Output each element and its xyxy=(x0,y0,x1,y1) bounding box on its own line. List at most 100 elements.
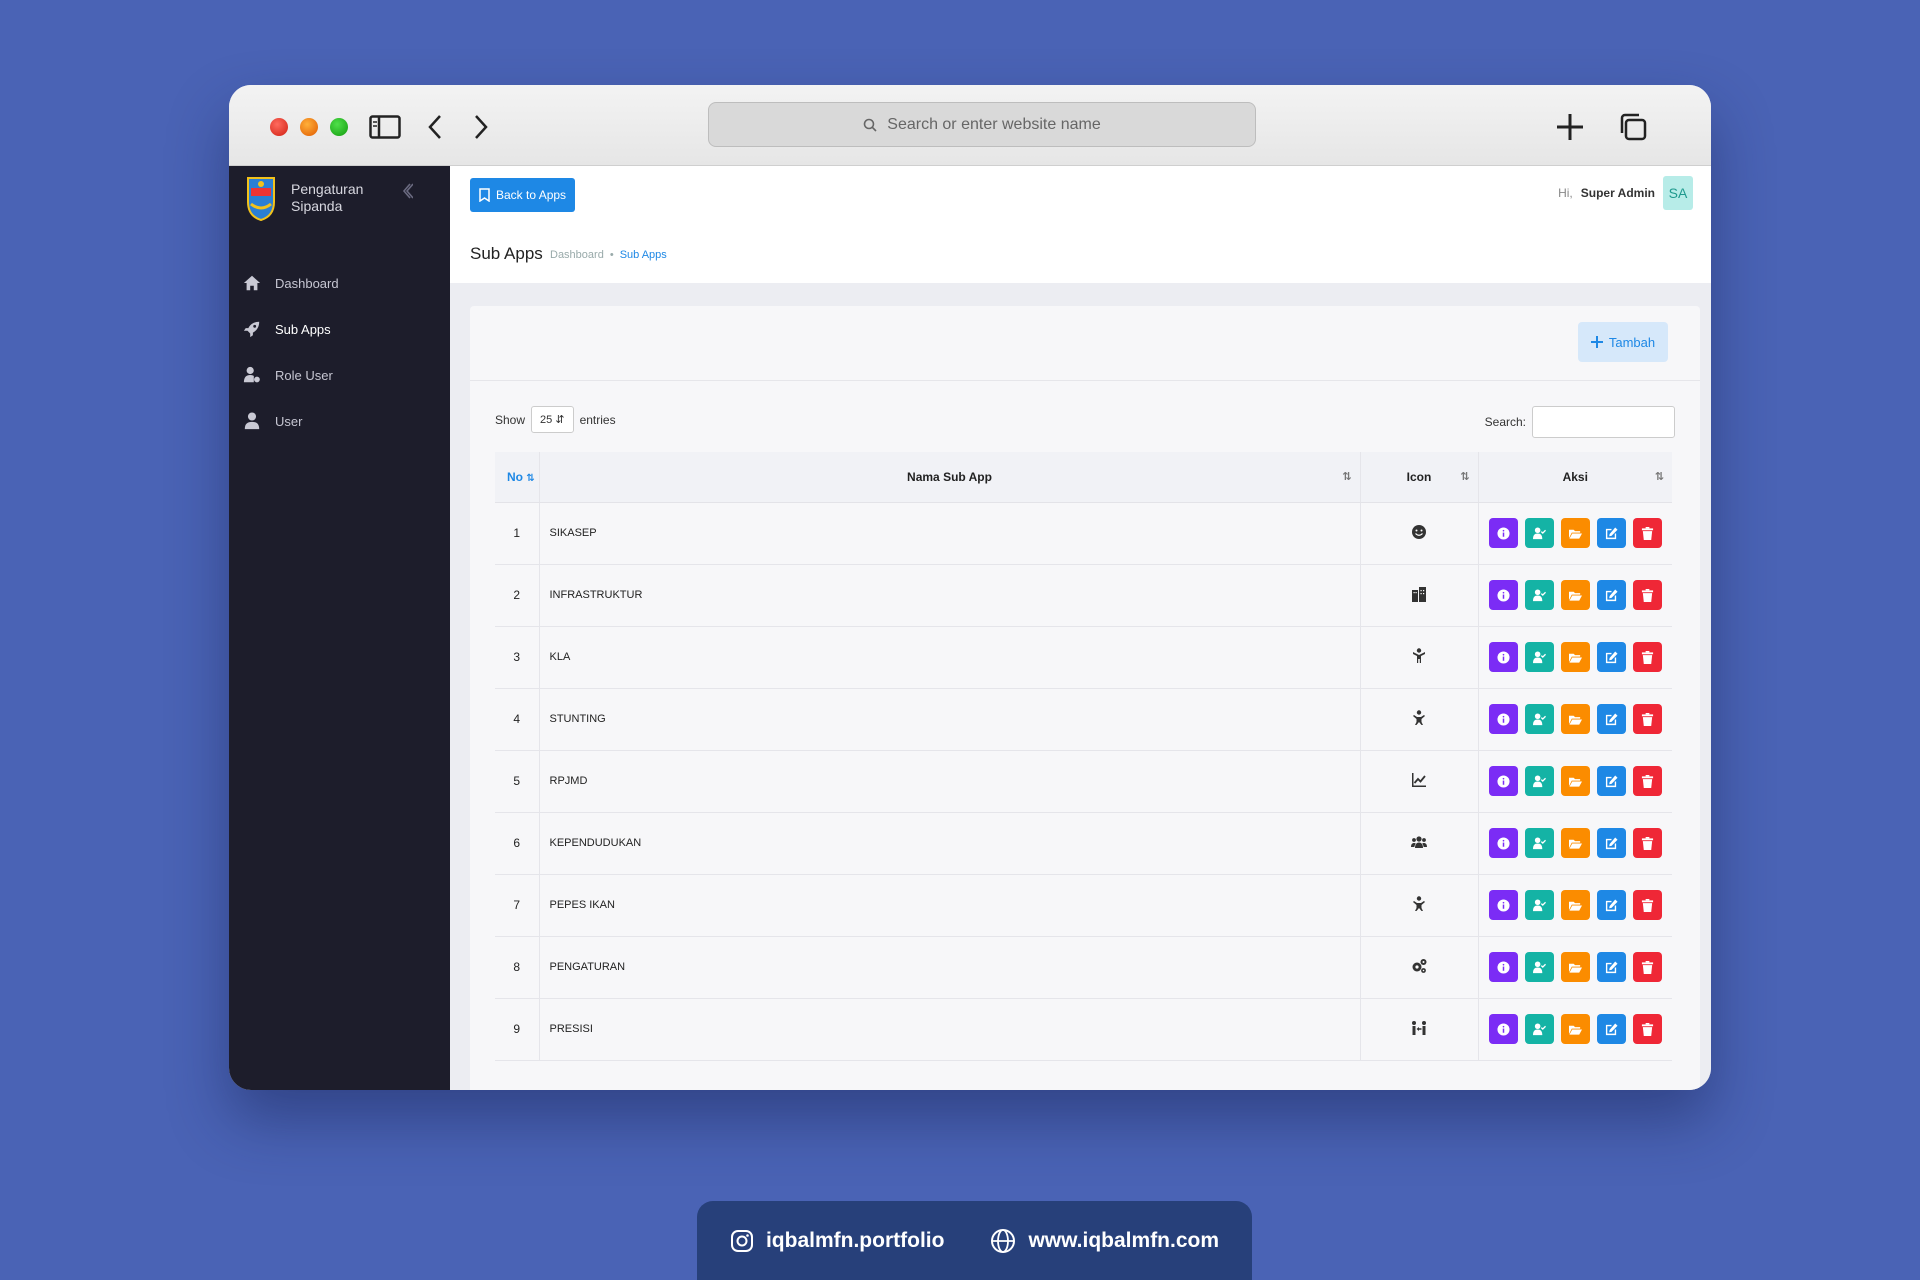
delete-button[interactable] xyxy=(1632,518,1662,548)
edit-button[interactable] xyxy=(1596,890,1626,920)
collapse-sidebar-icon[interactable] xyxy=(401,182,414,206)
search-input[interactable] xyxy=(1532,406,1675,438)
sidebar-item-user[interactable]: User xyxy=(229,398,450,444)
open-folder-button[interactable] xyxy=(1560,890,1590,920)
edit-button[interactable] xyxy=(1596,952,1626,982)
user-check-icon xyxy=(1532,836,1546,850)
open-folder-button[interactable] xyxy=(1560,642,1590,672)
column-header-no[interactable]: No ⇅ xyxy=(495,452,540,503)
globe-icon xyxy=(991,1228,1016,1253)
delete-button[interactable] xyxy=(1632,766,1662,796)
sub-apps-card: Tambah Show 25 ⇵ entries Search: No ⇅ Na… xyxy=(470,306,1700,1090)
user-cog-icon xyxy=(243,366,260,383)
edit-button[interactable] xyxy=(1596,828,1626,858)
assign-role-button[interactable] xyxy=(1524,766,1554,796)
minimize-window-button[interactable] xyxy=(300,118,318,136)
info-button[interactable] xyxy=(1488,642,1518,672)
sidebar-item-dashboard[interactable]: Dashboard xyxy=(229,260,450,306)
delete-button[interactable] xyxy=(1632,704,1662,734)
info-button[interactable] xyxy=(1488,518,1518,548)
edit-button[interactable] xyxy=(1596,580,1626,610)
main-content: Back to Apps Hi, Super Admin SA Sub Apps… xyxy=(450,166,1711,1090)
info-button[interactable] xyxy=(1488,952,1518,982)
info-button[interactable] xyxy=(1488,890,1518,920)
assign-role-button[interactable] xyxy=(1524,518,1554,548)
website-link[interactable]: www.iqbalmfn.com xyxy=(990,1228,1219,1254)
column-header-name[interactable]: Nama Sub App ⇅ xyxy=(539,452,1360,503)
open-folder-button[interactable] xyxy=(1560,952,1590,982)
info-button[interactable] xyxy=(1488,1014,1518,1044)
card-header: Tambah xyxy=(470,306,1700,381)
trash-icon xyxy=(1641,960,1654,974)
trash-icon xyxy=(1641,898,1654,912)
new-tab-icon[interactable] xyxy=(1552,111,1588,143)
instagram-link[interactable]: iqbalmfn.portfolio xyxy=(730,1229,944,1253)
back-arrow-icon[interactable] xyxy=(417,111,453,143)
edit-button[interactable] xyxy=(1596,704,1626,734)
edit-button[interactable] xyxy=(1596,1014,1626,1044)
info-icon xyxy=(1496,712,1510,726)
edit-icon xyxy=(1605,526,1618,540)
sidebar-toggle-icon[interactable] xyxy=(367,111,403,143)
delete-button[interactable] xyxy=(1632,642,1662,672)
info-icon xyxy=(1496,836,1510,850)
open-folder-button[interactable] xyxy=(1560,828,1590,858)
edit-button[interactable] xyxy=(1596,518,1626,548)
folder-open-icon xyxy=(1568,961,1582,974)
delete-button[interactable] xyxy=(1632,952,1662,982)
assign-role-button[interactable] xyxy=(1524,1014,1554,1044)
sipanda-logo-icon xyxy=(247,177,275,222)
row-number: 6 xyxy=(495,812,540,875)
column-header-actions[interactable]: Aksi ⇅ xyxy=(1478,452,1672,503)
assign-role-button[interactable] xyxy=(1524,704,1554,734)
table-row: 9 PRESISI xyxy=(495,998,1672,1061)
delete-button[interactable] xyxy=(1632,890,1662,920)
user-menu[interactable]: Hi, Super Admin SA xyxy=(1558,176,1693,210)
breadcrumb-dashboard[interactable]: Dashboard xyxy=(550,249,604,261)
info-button[interactable] xyxy=(1488,766,1518,796)
assign-role-button[interactable] xyxy=(1524,952,1554,982)
child-reaching-icon xyxy=(1411,895,1427,915)
user-check-icon xyxy=(1532,774,1546,788)
avatar[interactable]: SA xyxy=(1663,176,1693,210)
open-folder-button[interactable] xyxy=(1560,580,1590,610)
assign-role-button[interactable] xyxy=(1524,642,1554,672)
open-folder-button[interactable] xyxy=(1560,766,1590,796)
delete-button[interactable] xyxy=(1632,828,1662,858)
open-folder-button[interactable] xyxy=(1560,1014,1590,1044)
open-folder-button[interactable] xyxy=(1560,704,1590,734)
info-button[interactable] xyxy=(1488,704,1518,734)
brand[interactable]: Pengaturan Sipanda xyxy=(245,174,363,222)
url-bar[interactable]: Search or enter website name xyxy=(708,102,1256,147)
back-to-apps-label: Back to Apps xyxy=(496,188,567,202)
maximize-window-button[interactable] xyxy=(330,118,348,136)
trash-icon xyxy=(1641,526,1654,540)
instagram-icon xyxy=(730,1229,753,1252)
delete-button[interactable] xyxy=(1632,580,1662,610)
trash-icon xyxy=(1641,774,1654,788)
add-sub-app-button[interactable]: Tambah xyxy=(1578,322,1668,362)
sub-app-icon-cell xyxy=(1359,626,1479,689)
assign-role-button[interactable] xyxy=(1524,890,1554,920)
info-button[interactable] xyxy=(1488,828,1518,858)
open-folder-button[interactable] xyxy=(1560,518,1590,548)
column-header-icon[interactable]: Icon ⇅ xyxy=(1359,452,1479,503)
info-button[interactable] xyxy=(1488,580,1518,610)
entries-select[interactable]: 25 ⇵ xyxy=(531,406,574,433)
row-number: 5 xyxy=(495,750,540,813)
edit-button[interactable] xyxy=(1596,642,1626,672)
assign-role-button[interactable] xyxy=(1524,828,1554,858)
sidebar-item-role-user[interactable]: Role User xyxy=(229,352,450,398)
table-row: 8 PENGATURAN xyxy=(495,936,1672,999)
close-window-button[interactable] xyxy=(270,118,288,136)
sidebar-item-sub-apps[interactable]: Sub Apps xyxy=(229,306,450,352)
back-to-apps-button[interactable]: Back to Apps xyxy=(470,178,576,212)
sub-app-name: INFRASTRUKTUR xyxy=(539,564,1360,627)
folder-open-icon xyxy=(1568,651,1582,664)
folder-open-icon xyxy=(1568,775,1582,788)
edit-button[interactable] xyxy=(1596,766,1626,796)
tabs-overview-icon[interactable] xyxy=(1615,111,1651,143)
delete-button[interactable] xyxy=(1632,1014,1662,1044)
assign-role-button[interactable] xyxy=(1524,580,1554,610)
forward-arrow-icon[interactable] xyxy=(463,111,499,143)
